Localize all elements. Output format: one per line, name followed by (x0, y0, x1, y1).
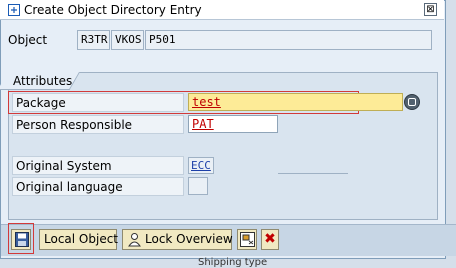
original-language-value (188, 177, 208, 195)
original-system-value[interactable]: ECC (188, 157, 214, 174)
cancel-button[interactable]: ✖ (261, 229, 279, 250)
save-icon (15, 232, 29, 247)
original-language-label: Original language (12, 177, 184, 196)
divider (278, 173, 348, 174)
transport-button[interactable] (237, 229, 257, 250)
object-name-field: P501 (145, 30, 432, 50)
lock-overview-button[interactable]: Lock Overview (122, 229, 233, 250)
person-responsible-input[interactable]: PAT (188, 115, 278, 133)
title-bar: Create Object Directory Entry ⊠ (0, 0, 444, 20)
save-button[interactable] (11, 229, 31, 250)
window-title: Create Object Directory Entry (24, 3, 202, 17)
package-input[interactable]: test (188, 93, 403, 111)
object-label: Object (8, 33, 48, 47)
window-app-icon (8, 4, 20, 16)
local-object-button[interactable]: Local Object (39, 229, 118, 250)
object-pgmid-field: R3TR (77, 30, 110, 50)
user-lock-icon (128, 233, 141, 247)
close-button[interactable]: ⊠ (424, 3, 437, 16)
attributes-group-title: Attributes (13, 74, 73, 88)
transport-icon (240, 232, 255, 247)
value-help-icon (408, 98, 416, 106)
object-type-field: VKOS (111, 30, 144, 50)
original-system-label: Original System (12, 156, 184, 175)
person-responsible-label: Person Responsible (12, 115, 184, 134)
value-help-button[interactable] (404, 94, 420, 110)
lock-overview-label: Lock Overview (145, 232, 233, 246)
